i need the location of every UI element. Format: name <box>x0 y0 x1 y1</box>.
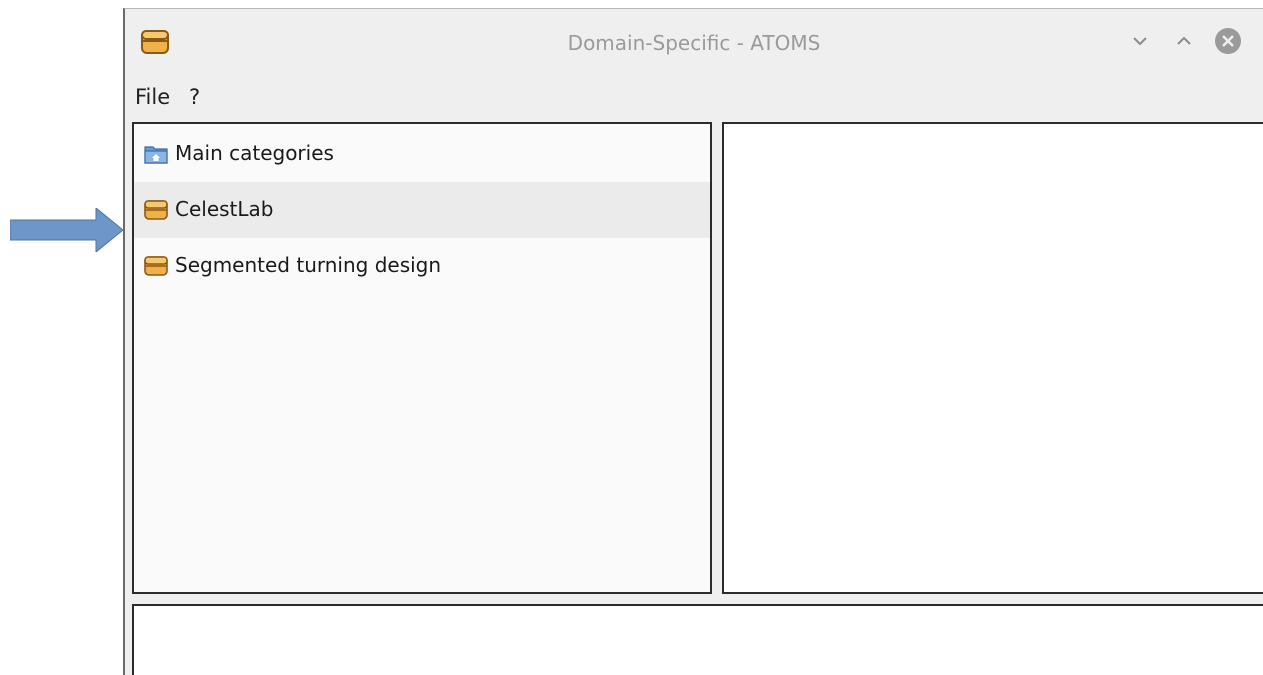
tree-item-label: Main categories <box>175 141 334 165</box>
details-pane <box>722 122 1263 594</box>
package-icon <box>144 200 168 220</box>
description-pane <box>132 604 1263 675</box>
close-icon[interactable] <box>1213 26 1243 56</box>
tree-item-segmented-turning-design[interactable]: Segmented turning design <box>134 238 710 294</box>
menu-bar: File ? <box>125 81 1263 121</box>
tree-item-label: Segmented turning design <box>175 253 442 277</box>
title-bar: Domain-Specific - ATOMS <box>125 9 1263 81</box>
window-title: Domain-Specific - ATOMS <box>567 31 821 55</box>
tree-item-celestlab[interactable]: CelestLab <box>134 182 710 238</box>
maximize-icon[interactable] <box>1169 26 1199 56</box>
tree-item-main-categories[interactable]: Main categories <box>134 126 710 182</box>
tree-item-label: CelestLab <box>175 197 274 221</box>
folder-home-icon <box>144 146 168 164</box>
annotation-arrow-icon <box>10 208 124 252</box>
category-tree[interactable]: Main categories CelestLab Segmented turn… <box>132 122 712 594</box>
package-icon <box>144 256 168 276</box>
menu-file[interactable]: File <box>135 85 170 109</box>
app-window: Domain-Specific - ATOMS File ? Main cate… <box>123 8 1263 675</box>
minimize-icon[interactable] <box>1125 26 1155 56</box>
menu-help[interactable]: ? <box>189 85 200 109</box>
